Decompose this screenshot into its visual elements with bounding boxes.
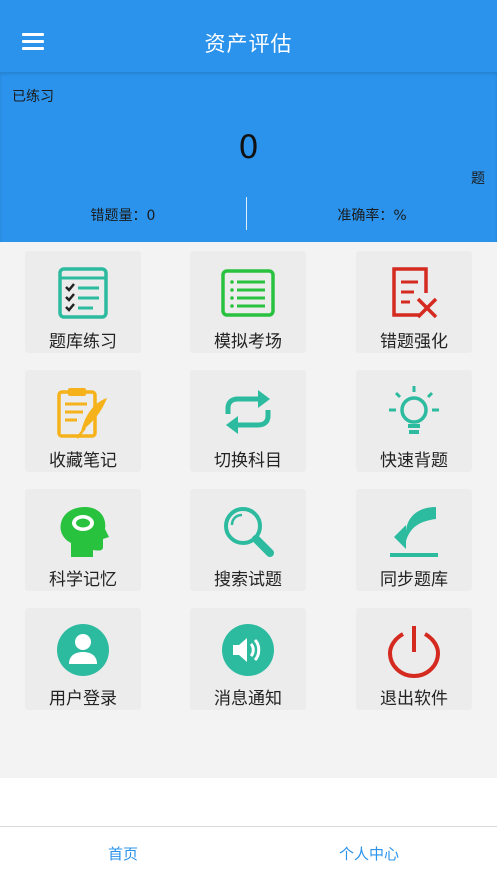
page-title: 资产评估: [204, 32, 293, 56]
brain-head-icon: [60, 507, 109, 557]
wrong-count-text: 错题量：0: [90, 208, 156, 224]
download-arrow-icon: [390, 507, 438, 557]
magnifier-icon: [224, 507, 274, 557]
power-icon: [387, 626, 441, 678]
tile-label: 切换科目: [214, 451, 282, 471]
tile-label: 收藏笔记: [49, 451, 117, 471]
search-questions-button[interactable]: 搜索试题: [190, 489, 306, 591]
tile-label: 快速背题: [380, 451, 448, 471]
tab-profile[interactable]: 个人中心: [339, 843, 399, 864]
wrong-questions-button[interactable]: 错题强化: [356, 251, 472, 353]
practiced-unit: 题: [471, 171, 485, 187]
question-bank-practice-button[interactable]: 题库练习: [25, 251, 141, 353]
tile-label: 用户登录: [49, 689, 117, 709]
practiced-count: 0: [238, 128, 259, 166]
stats-panel: 已练习 0 题 错题量：0 准确率：%: [0, 72, 497, 242]
tile-label: 消息通知: [214, 689, 282, 709]
tab-home[interactable]: 首页: [108, 843, 138, 864]
exam-sheet-icon: [221, 269, 275, 317]
message-notification-button[interactable]: 消息通知: [190, 608, 306, 710]
quick-memorize-button[interactable]: 快速背题: [356, 370, 472, 472]
tile-label: 同步题库: [380, 570, 448, 590]
tile-label: 退出软件: [380, 689, 448, 709]
bottom-spacer: [0, 778, 497, 826]
tile-label: 科学记忆: [49, 570, 117, 590]
tile-label: 模拟考场: [214, 332, 282, 352]
user-avatar-icon: [57, 624, 109, 676]
feature-grid: 题库练习 模拟考场 错题强化 收藏笔记 切换科目 快速背题 科学记忆 搜索试题 …: [0, 242, 497, 778]
sync-question-bank-button[interactable]: 同步题库: [356, 489, 472, 591]
mock-exam-button[interactable]: 模拟考场: [190, 251, 306, 353]
tile-label: 搜索试题: [214, 570, 282, 590]
tile-label: 错题强化: [380, 332, 448, 352]
switch-subject-button[interactable]: 切换科目: [190, 370, 306, 472]
exit-app-button[interactable]: 退出软件: [356, 608, 472, 710]
favorite-notes-button[interactable]: 收藏笔记: [25, 370, 141, 472]
practiced-label: 已练习: [12, 89, 54, 105]
speaker-icon: [222, 624, 274, 676]
wrong-doc-icon: [392, 267, 438, 319]
tile-label: 题库练习: [49, 332, 117, 352]
clipboard-quill-icon: [57, 388, 107, 439]
user-login-button[interactable]: 用户登录: [25, 608, 141, 710]
bottom-tab-bar: 首页 个人中心: [0, 826, 497, 883]
switch-arrows-icon: [225, 390, 271, 434]
checklist-icon: [58, 267, 108, 319]
scientific-memory-button[interactable]: 科学记忆: [25, 489, 141, 591]
accuracy-text: 准确率：%: [337, 208, 407, 224]
app-bar: 资产评估: [0, 0, 497, 72]
lightbulb-icon: [389, 386, 439, 434]
